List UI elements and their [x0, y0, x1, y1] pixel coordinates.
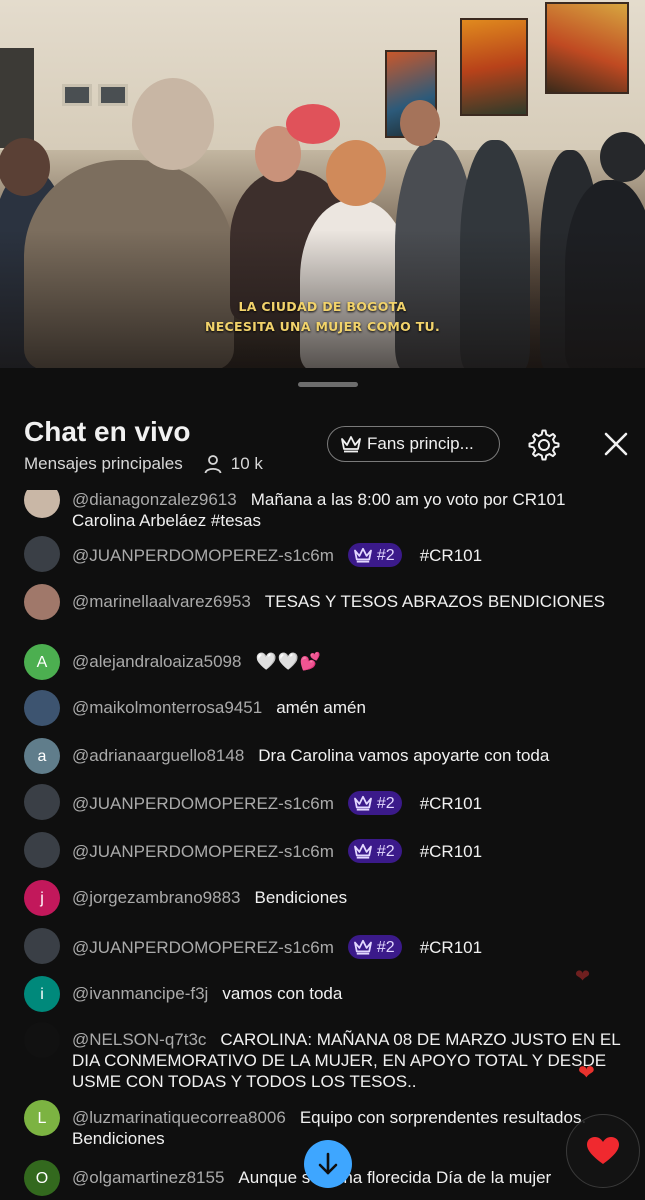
video-door — [0, 48, 34, 148]
video-person-head — [400, 100, 440, 146]
avatar[interactable] — [24, 690, 60, 726]
crown-icon — [354, 843, 372, 859]
drag-handle[interactable] — [298, 382, 358, 387]
avatar[interactable]: i — [24, 976, 60, 1012]
fans-filter-label: Fans princip... — [367, 434, 474, 453]
chat-subtitle[interactable]: Mensajes principales 10 k — [24, 454, 263, 474]
message-text: Dra Carolina vamos apoyarte con toda — [258, 746, 550, 765]
message-text: #CR101 — [419, 546, 483, 565]
avatar[interactable] — [24, 536, 60, 572]
avatar[interactable]: a — [24, 738, 60, 774]
message-text: amén amén — [276, 698, 366, 717]
video-person-head — [326, 140, 386, 206]
avatar[interactable] — [24, 832, 60, 868]
avatar[interactable]: O — [24, 1160, 60, 1196]
message-text: #CR101 — [419, 794, 483, 813]
arrow-down-icon — [318, 1152, 338, 1175]
chat-message-list[interactable]: @dianagonzalez9613 Mañana a las 8:00 am y… — [0, 490, 645, 1200]
avatar[interactable] — [24, 784, 60, 820]
heart-icon — [587, 1137, 619, 1164]
message-author[interactable]: @dianagonzalez9613 — [72, 490, 237, 509]
crown-icon — [354, 547, 372, 563]
like-reaction-button[interactable] — [566, 1114, 640, 1188]
message-author[interactable]: @JUANPERDOMOPEREZ-s1c6m — [72, 938, 334, 957]
fan-rank-badge: #2 — [347, 791, 402, 815]
viewer-count: 10 k — [230, 454, 263, 473]
avatar[interactable]: L — [24, 1100, 60, 1136]
message-author[interactable]: @adrianaarguello8148 — [72, 746, 244, 765]
message-text: TESAS Y TESOS ABRAZOS BENDICIONES — [264, 592, 605, 611]
avatar[interactable] — [24, 1022, 60, 1058]
video-caption: LA CIUDAD DE BOGOTA NECESITA UNA MUJER C… — [0, 297, 645, 337]
video-person-head — [0, 138, 50, 196]
message-author[interactable]: @NELSON-q7t3c — [72, 1030, 206, 1049]
message-author[interactable]: @maikolmonterrosa9451 — [72, 698, 262, 717]
avatar[interactable] — [24, 928, 60, 964]
video-painting — [545, 2, 629, 94]
floating-heart-icon: ❤ — [578, 1062, 595, 1084]
video-person-head — [132, 78, 214, 170]
video-caption-line2: NECESITA UNA MUJER COMO TU. — [204, 319, 441, 334]
message-text: Aunque sea una florecida Día de la mujer — [238, 1168, 552, 1187]
video-player[interactable]: LA CIUDAD DE BOGOTA NECESITA UNA MUJER C… — [0, 0, 645, 368]
message-author[interactable]: @luzmarinatiquecorrea8006 — [72, 1108, 286, 1127]
person-icon — [204, 455, 222, 474]
message-text: vamos con toda — [222, 984, 343, 1003]
crown-icon — [341, 436, 361, 453]
message-author[interactable]: @olgamartinez8155 — [72, 1168, 224, 1187]
close-button[interactable] — [598, 426, 634, 462]
avatar[interactable] — [24, 490, 60, 518]
gear-icon — [528, 429, 560, 461]
crown-icon — [354, 795, 372, 811]
message-author[interactable]: @jorgezambrano9883 — [72, 888, 240, 907]
message-text: Bendiciones — [254, 888, 348, 907]
settings-button[interactable] — [525, 426, 563, 464]
crown-icon — [354, 939, 372, 955]
chat-title: Chat en vivo — [24, 416, 191, 447]
message-author[interactable]: @marinellaalvarez6953 — [72, 592, 251, 611]
avatar[interactable] — [24, 584, 60, 620]
avatar[interactable]: A — [24, 644, 60, 680]
fan-rank-badge: #2 — [347, 839, 402, 863]
message-author[interactable]: @JUANPERDOMOPEREZ-s1c6m — [72, 794, 334, 813]
message-text: #CR101 — [419, 842, 483, 861]
message-author[interactable]: @JUANPERDOMOPEREZ-s1c6m — [72, 546, 334, 565]
video-caption-line1: LA CIUDAD DE BOGOTA — [238, 299, 407, 314]
chat-mode-label: Mensajes principales — [24, 454, 183, 473]
video-painting — [460, 18, 528, 116]
fan-rank-badge: #2 — [347, 543, 402, 567]
scroll-to-bottom-button[interactable] — [304, 1140, 352, 1188]
live-chat-panel: Chat en vivo Mensajes principales 10 k F… — [0, 368, 645, 1200]
message-author[interactable]: @alejandraloaiza5098 — [72, 652, 241, 671]
message-text: 🤍🤍💕 — [255, 652, 322, 671]
close-icon — [604, 432, 628, 456]
video-window — [62, 84, 92, 106]
fans-filter-button[interactable]: Fans princip... — [327, 426, 500, 462]
video-window — [98, 84, 128, 106]
floating-heart-icon: ❤ — [575, 966, 591, 986]
video-person-head — [600, 132, 645, 182]
avatar[interactable]: j — [24, 880, 60, 916]
fan-rank-badge: #2 — [347, 935, 402, 959]
message-text: #CR101 — [419, 938, 483, 957]
video-person-cap — [286, 104, 340, 144]
message-author[interactable]: @JUANPERDOMOPEREZ-s1c6m — [72, 842, 334, 861]
message-author[interactable]: @ivanmancipe-f3j — [72, 984, 208, 1003]
